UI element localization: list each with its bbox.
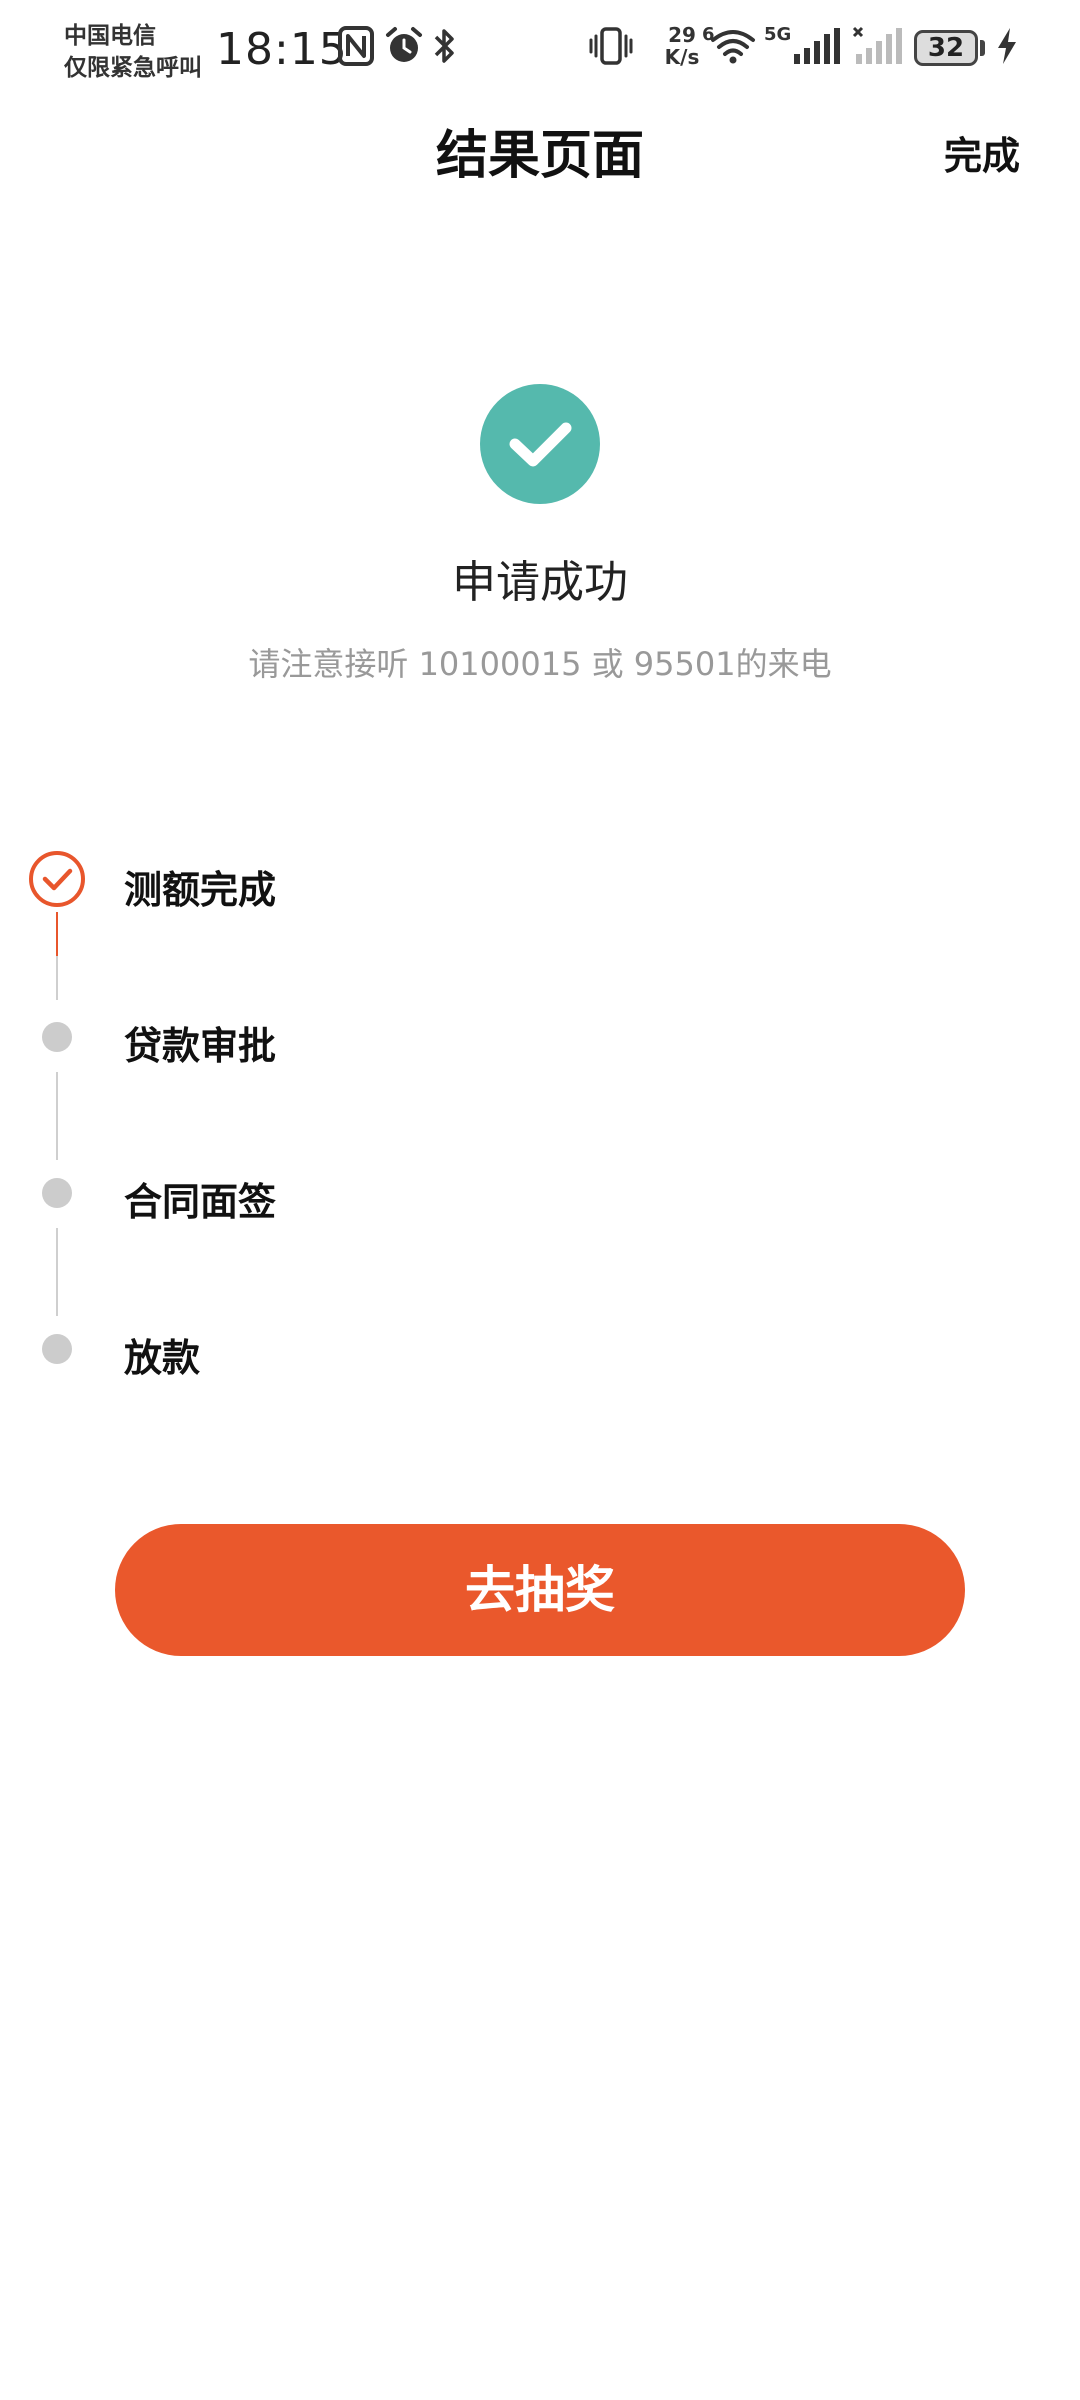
- result-subtitle: 请注意接听 10100015 或 95501的来电: [248, 645, 832, 683]
- status-bar: 中国电信 仅限紧急呼叫 18:15 29 K/s 6 5G 32: [0, 0, 1080, 110]
- network-speed-value: 29: [668, 23, 696, 47]
- page-title: 结果页面: [435, 126, 644, 186]
- vibrate-icon: [589, 27, 633, 65]
- step-label-3: 合同面签: [124, 1180, 277, 1224]
- signal-off-icon: [852, 26, 902, 64]
- step-connector-1: [56, 956, 58, 1000]
- step-done-check-icon: [29, 851, 85, 907]
- status-time: 18:15: [216, 24, 348, 75]
- network-speed: 29 K/s: [660, 24, 704, 68]
- carrier-name: 中国电信: [64, 23, 156, 49]
- step-connector-1-active: [56, 912, 58, 956]
- step-label-1: 测额完成: [124, 868, 277, 912]
- lottery-button[interactable]: 去抽奖: [115, 1524, 965, 1656]
- check-icon: [509, 422, 572, 467]
- nfc-icon: [338, 26, 374, 66]
- signal-icon: [794, 28, 840, 64]
- step-dot-4: [42, 1334, 72, 1364]
- cellular-type: 5G: [764, 24, 792, 45]
- step-dot-3: [42, 1178, 72, 1208]
- network-speed-unit: K/s: [664, 45, 700, 69]
- battery-tip: [980, 40, 985, 56]
- battery-icon: 32: [914, 30, 978, 66]
- bluetooth-icon: [434, 29, 454, 63]
- done-button[interactable]: 完成: [944, 126, 1020, 186]
- alarm-icon: [386, 27, 422, 62]
- wifi-icon: [711, 30, 755, 64]
- carrier-info: 中国电信 仅限紧急呼叫: [64, 20, 202, 84]
- result-title: 申请成功: [452, 557, 628, 608]
- step-dot-2: [42, 1022, 72, 1052]
- step-label-2: 贷款审批: [124, 1024, 277, 1068]
- step-connector-3: [56, 1228, 58, 1316]
- success-icon-badge: [480, 384, 600, 504]
- charging-icon: [998, 28, 1016, 64]
- carrier-status: 仅限紧急呼叫: [64, 55, 202, 81]
- step-label-4: 放款: [124, 1336, 201, 1380]
- step-connector-2: [56, 1072, 58, 1160]
